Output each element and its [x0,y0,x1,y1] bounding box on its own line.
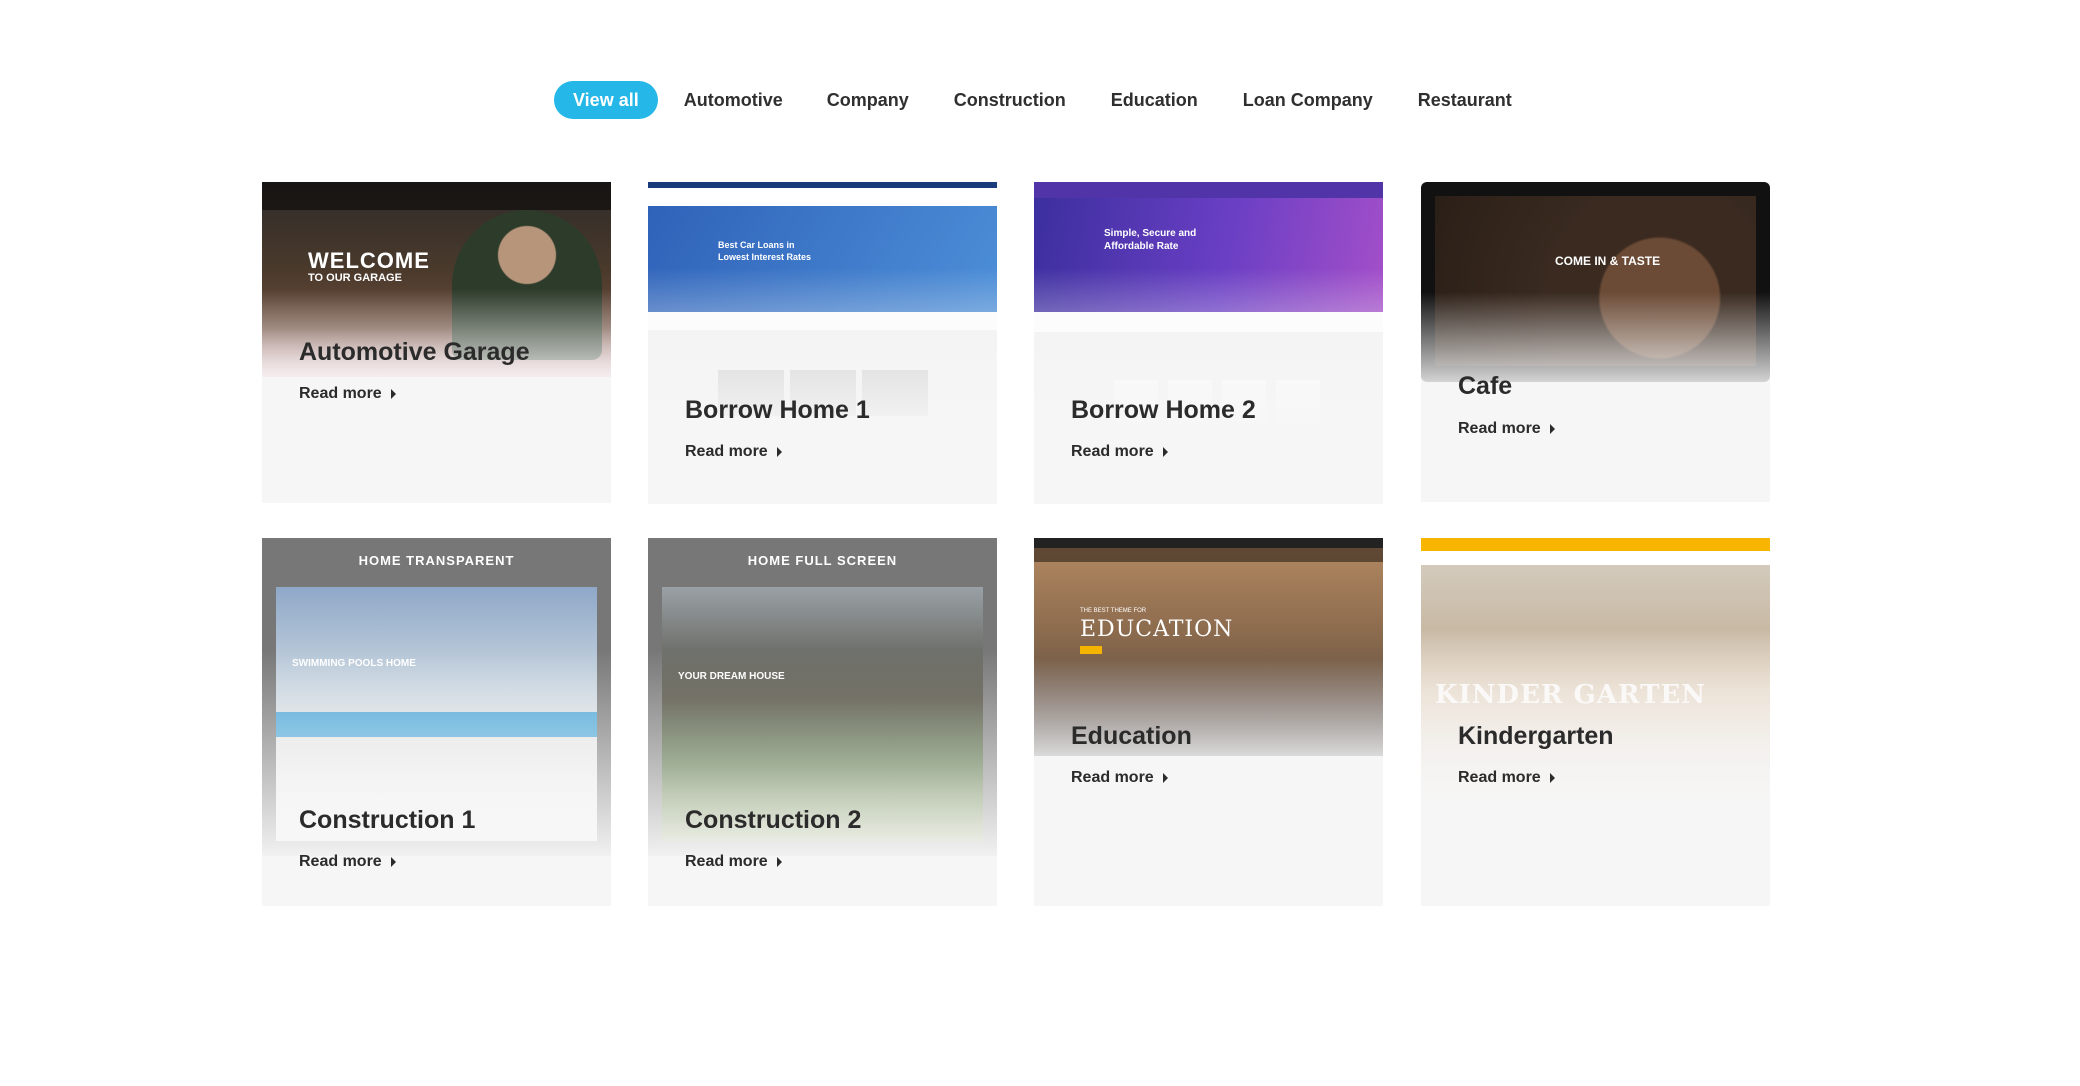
thumb-nav-bar [648,188,997,206]
read-more-link[interactable]: Read more [685,853,782,871]
demo-card-automotive-garage[interactable]: WELCOME TO OUR GARAGE Automotive Garage … [262,182,611,503]
read-more-link[interactable]: Read more [299,385,396,403]
card-title: Education [1071,722,1192,750]
filter-construction[interactable]: Construction [954,90,1066,111]
filter-automotive[interactable]: Automotive [684,90,783,111]
demo-card-kindergarten[interactable]: KINDER GARTEN Kindergarten Read more [1421,538,1770,906]
thumb-screen [1435,196,1756,366]
read-more-label: Read more [685,853,768,870]
caret-right-icon [1549,773,1555,783]
read-more-link[interactable]: Read more [1071,769,1168,787]
demo-card-construction-2[interactable]: HOME FULL SCREEN YOUR DREAM HOUSE Constr… [648,538,997,906]
thumb-photo [862,370,928,416]
thumb-button [1080,646,1102,654]
filter-company[interactable]: Company [827,90,909,111]
thumb-heading: EDUCATION [1080,617,1234,642]
card-title: Automotive Garage [299,338,530,366]
thumb-nav-bar [262,182,611,210]
thumb-pool [276,712,597,737]
card-title: Cafe [1458,372,1513,400]
thumb-subheading: THE BEST THEME FOR [1080,608,1147,614]
caret-right-icon [390,389,396,399]
thumb-top-bar [1421,538,1770,551]
thumb-heading: Best Car Loans in Lowest Interest Rates [718,240,812,262]
thumb-screen [662,587,983,841]
demo-card-construction-1[interactable]: HOME TRANSPARENT SWIMMING POOLS HOME Con… [262,538,611,906]
demo-thumbnail[interactable]: Best Car Loans in Lowest Interest Rates [648,182,997,427]
card-title: Borrow Home 2 [1071,396,1256,424]
filter-view-all[interactable]: View all [554,81,658,119]
thumb-heading: KINDER GARTEN [1435,680,1707,710]
caret-right-icon [1549,424,1555,434]
demo-thumbnail[interactable]: KINDER GARTEN [1421,538,1770,798]
caret-right-icon [1162,773,1168,783]
thumb-screen [276,587,597,841]
read-more-label: Read more [1458,769,1541,786]
demo-card-borrow-home-1[interactable]: Best Car Loans in Lowest Interest Rates … [648,182,997,504]
demo-thumbnail[interactable]: COME IN & TASTE [1421,182,1770,382]
card-title: Construction 1 [299,806,476,834]
category-filter-bar: View all Automotive Company Construction… [554,81,1512,119]
thumb-nav-bar [1034,182,1383,198]
thumb-feature-box [1276,380,1320,424]
read-more-link[interactable]: Read more [685,443,782,461]
read-more-link[interactable]: Read more [299,853,396,871]
thumb-nav-bar [1421,551,1770,565]
caret-right-icon [1162,447,1168,457]
demo-thumbnail[interactable]: Simple, Secure and Affordable Rate [1034,182,1383,427]
thumb-heading: COME IN & TASTE [1555,254,1661,268]
caret-right-icon [390,857,396,867]
thumb-heading: YOUR DREAM HOUSE [678,671,785,682]
read-more-label: Read more [299,385,382,402]
card-title: Borrow Home 1 [685,396,870,424]
thumb-heading: WELCOME [308,248,430,273]
thumb-partner-logos [1034,312,1383,332]
filter-education[interactable]: Education [1111,90,1198,111]
demo-card-cafe[interactable]: COME IN & TASTE Cafe Read more [1421,182,1770,502]
read-more-label: Read more [1458,420,1541,437]
read-more-label: Read more [1071,443,1154,460]
read-more-link[interactable]: Read more [1458,769,1555,787]
thumb-heading: Simple, Secure and Affordable Rate [1104,228,1197,252]
caret-right-icon [776,447,782,457]
thumb-heading: SWIMMING POOLS HOME [292,658,416,669]
thumb-nav-bar [1034,548,1383,562]
filter-restaurant[interactable]: Restaurant [1418,90,1512,111]
caret-right-icon [776,857,782,867]
read-more-link[interactable]: Read more [1458,420,1555,438]
card-title: Kindergarten [1458,722,1614,750]
read-more-link[interactable]: Read more [1071,443,1168,461]
filter-loan-company[interactable]: Loan Company [1243,90,1373,111]
read-more-label: Read more [299,853,382,870]
demo-card-borrow-home-2[interactable]: Simple, Secure and Affordable Rate Borro… [1034,182,1383,504]
thumb-label: HOME FULL SCREEN [747,553,898,568]
thumb-top-bar [1034,538,1383,548]
thumb-label: HOME TRANSPARENT [358,553,515,568]
card-title: Construction 2 [685,806,862,834]
demo-card-education[interactable]: THE BEST THEME FOR EDUCATION Education R… [1034,538,1383,906]
thumb-subheading: TO OUR GARAGE [308,272,402,284]
read-more-label: Read more [1071,769,1154,786]
read-more-label: Read more [685,443,768,460]
thumb-stats-strip [648,312,997,330]
